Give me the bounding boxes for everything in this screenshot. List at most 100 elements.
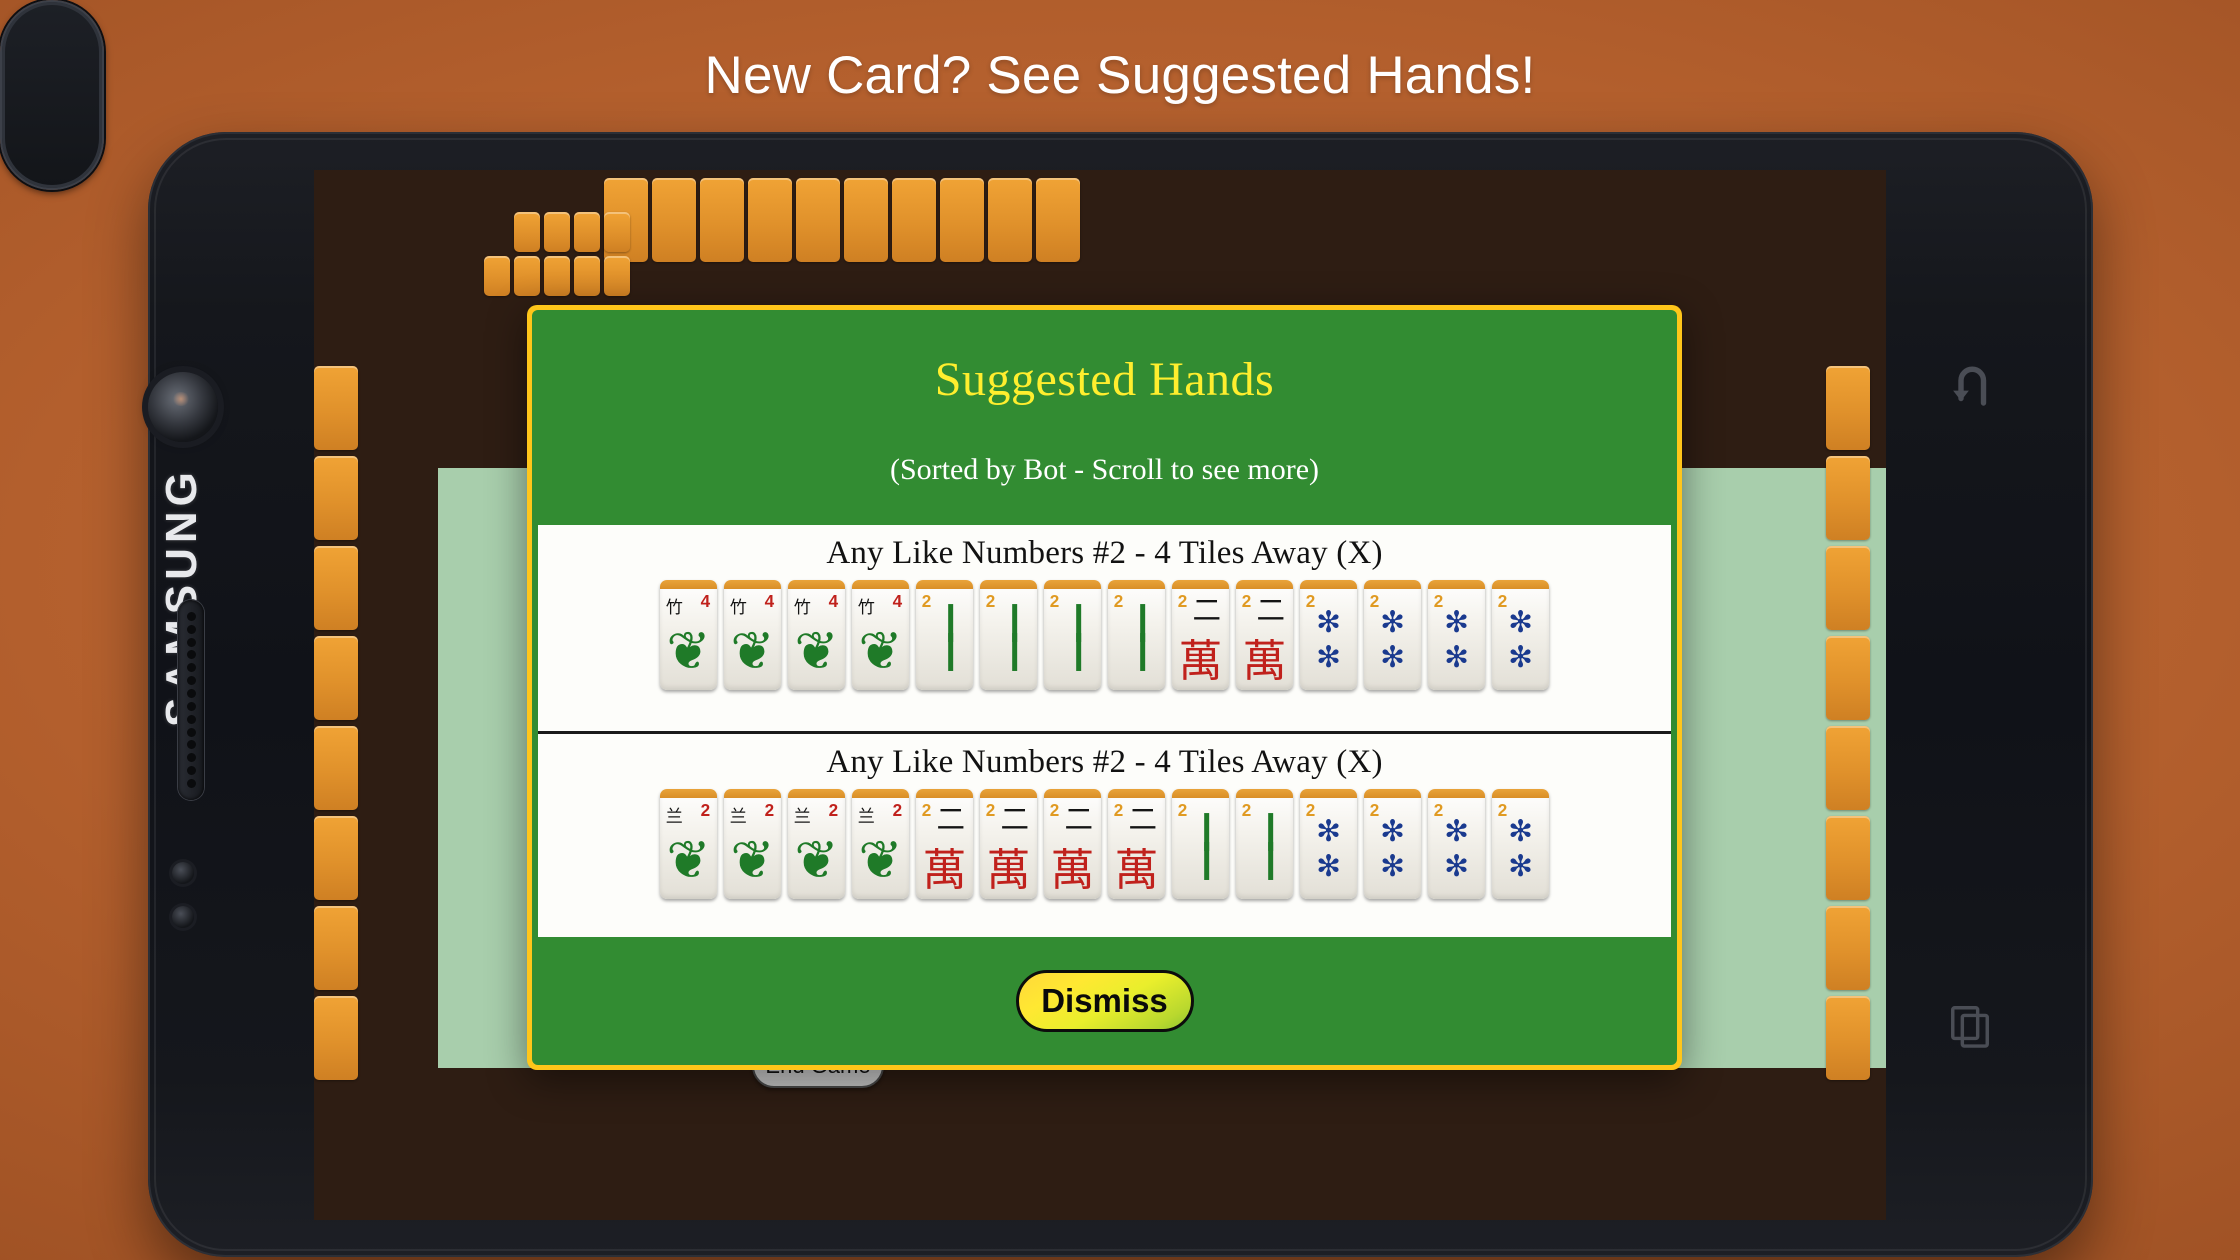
tile-glyph: ✻ ✻ bbox=[1444, 813, 1469, 884]
tile-flower[interactable]: 2 兰 ❦ bbox=[788, 789, 845, 899]
tile-wan-glyph: 萬 bbox=[1050, 845, 1095, 896]
tile-cap bbox=[852, 789, 909, 798]
tile-flower-art: ❦ bbox=[730, 829, 775, 891]
tile-glyph: ┃ ┃ bbox=[941, 603, 961, 672]
tile-glyph: 兰 bbox=[793, 806, 811, 827]
speaker-grille bbox=[178, 600, 204, 800]
tile-cap bbox=[1044, 580, 1101, 589]
tile-cap bbox=[1364, 580, 1421, 589]
tile-flower-art: ❦ bbox=[794, 620, 839, 682]
tile-glyph: 兰 bbox=[857, 806, 875, 827]
sensor-port-upper bbox=[172, 862, 194, 884]
suggested-hand-title: Any Like Numbers #2 - 4 Tiles Away (X) bbox=[826, 744, 1383, 780]
recents-icon[interactable] bbox=[1920, 975, 2020, 1075]
tile-glyph: 二 bbox=[1192, 594, 1222, 628]
tile-dot[interactable]: 2 ✻ ✻ bbox=[1300, 580, 1357, 690]
tile-glyph: 竹 bbox=[665, 597, 683, 618]
tile-glyph: ✻ ✻ bbox=[1444, 604, 1469, 675]
tile-glyph: ✻ ✻ bbox=[1316, 604, 1341, 675]
tile-flower[interactable]: 2 兰 ❦ bbox=[660, 789, 717, 899]
tile-wan-glyph: 萬 bbox=[1178, 636, 1223, 687]
tile-glyph: 二 bbox=[936, 803, 966, 837]
suggested-hand-tiles: 4 竹 ❦ 4 竹 ❦ 4 竹 ❦ 4 竹 ❦ 2 ┃ ┃ 2 ┃ ┃ 2 ┃ ┃ 2 ┃ ┃ 2 二萬 2 二萬 2 ✻ ✻ 2 ✻ ✻ 2 ✻ ✻ 2… bbox=[538, 580, 1671, 690]
tile-glyph: ┃ ┃ bbox=[1005, 603, 1025, 672]
tile-cap bbox=[788, 789, 845, 798]
tile-wan-glyph: 萬 bbox=[986, 845, 1031, 896]
tile-crak[interactable]: 2二萬 bbox=[1172, 580, 1229, 690]
tile-flower[interactable]: 4 竹 ❦ bbox=[724, 580, 781, 690]
suggested-hands-list[interactable]: Any Like Numbers #2 - 4 Tiles Away (X) 4 竹… bbox=[538, 525, 1671, 937]
suggested-hand-row[interactable]: Any Like Numbers #2 - 4 Tiles Away (X) 4 竹… bbox=[538, 525, 1671, 731]
tile-flower-art: ❦ bbox=[666, 620, 711, 682]
tile-glyph: 二 bbox=[1256, 594, 1286, 628]
tile-crak[interactable]: 2二萬 bbox=[1044, 789, 1101, 899]
tile-wan-glyph: 萬 bbox=[1114, 845, 1159, 896]
tile-cap bbox=[1364, 789, 1421, 798]
tile-glyph: ✻ ✻ bbox=[1508, 604, 1533, 675]
promo-headline: New Card? See Suggested Hands! bbox=[704, 45, 1536, 105]
dialog-subtitle: (Sorted by Bot - Scroll to see more) bbox=[889, 453, 1320, 486]
tile-glyph: 兰 bbox=[729, 806, 747, 827]
tile-glyph: 二 bbox=[1128, 803, 1158, 837]
tile-flower[interactable]: 2 兰 ❦ bbox=[852, 789, 909, 899]
tile-dot[interactable]: 2 ✻ ✻ bbox=[1364, 789, 1421, 899]
tile-bam[interactable]: 2 ┃ ┃ bbox=[1172, 789, 1229, 899]
tile-crak[interactable]: 2二萬 bbox=[980, 789, 1037, 899]
tile-cap bbox=[788, 580, 845, 589]
tile-cap bbox=[724, 789, 781, 798]
tile-cap bbox=[916, 580, 973, 589]
tile-dot[interactable]: 2 ✻ ✻ bbox=[1364, 580, 1421, 690]
tile-cap bbox=[1300, 789, 1357, 798]
tile-glyph: 竹 bbox=[793, 597, 811, 618]
suggested-hand-title: Any Like Numbers #2 - 4 Tiles Away (X) bbox=[826, 535, 1383, 571]
tile-glyph: ┃ ┃ bbox=[1197, 812, 1217, 881]
tile-bam[interactable]: 2 ┃ ┃ bbox=[980, 580, 1037, 690]
tile-flower-art: ❦ bbox=[666, 829, 711, 891]
tile-flower[interactable]: 4 竹 ❦ bbox=[788, 580, 845, 690]
tile-flower-art: ❦ bbox=[858, 620, 903, 682]
dialog-footer: Dismiss bbox=[1015, 937, 1194, 1065]
tile-cap bbox=[1108, 580, 1165, 589]
tile-glyph: 兰 bbox=[665, 806, 683, 827]
tile-glyph: ✻ ✻ bbox=[1316, 813, 1341, 884]
tile-cap bbox=[1428, 789, 1485, 798]
dismiss-button[interactable]: Dismiss bbox=[1015, 970, 1194, 1032]
tile-dot[interactable]: 2 ✻ ✻ bbox=[1492, 580, 1549, 690]
tile-crak[interactable]: 2二萬 bbox=[1108, 789, 1165, 899]
tile-glyph: 竹 bbox=[729, 597, 747, 618]
tile-dot[interactable]: 2 ✻ ✻ bbox=[1428, 580, 1485, 690]
tile-cap bbox=[1492, 789, 1549, 798]
tile-flower-art: ❦ bbox=[858, 829, 903, 891]
tile-glyph: ✻ ✻ bbox=[1380, 813, 1405, 884]
tile-crak[interactable]: 2二萬 bbox=[1236, 580, 1293, 690]
tile-flower[interactable]: 4 竹 ❦ bbox=[660, 580, 717, 690]
tile-glyph: ┃ ┃ bbox=[1133, 603, 1153, 672]
tile-wan-glyph: 萬 bbox=[922, 845, 967, 896]
tile-glyph: ✻ ✻ bbox=[1508, 813, 1533, 884]
tile-cap bbox=[1300, 580, 1357, 589]
tile-dot[interactable]: 2 ✻ ✻ bbox=[1300, 789, 1357, 899]
tile-crak[interactable]: 2二萬 bbox=[916, 789, 973, 899]
tile-glyph: 二 bbox=[1064, 803, 1094, 837]
tile-glyph: ┃ ┃ bbox=[1069, 603, 1089, 672]
suggested-hand-row[interactable]: Any Like Numbers #2 - 4 Tiles Away (X) 2 兰… bbox=[538, 731, 1671, 937]
tile-flower[interactable]: 4 竹 ❦ bbox=[852, 580, 909, 690]
tile-flower[interactable]: 2 兰 ❦ bbox=[724, 789, 781, 899]
tile-cap bbox=[1172, 789, 1229, 798]
dialog-body: Suggested Hands (Sorted by Bot - Scroll … bbox=[532, 310, 1677, 1065]
tile-glyph: ┃ ┃ bbox=[1261, 812, 1281, 881]
tile-cap bbox=[724, 580, 781, 589]
suggested-hands-dialog: Suggested Hands (Sorted by Bot - Scroll … bbox=[527, 305, 1682, 1070]
tile-bam[interactable]: 2 ┃ ┃ bbox=[1044, 580, 1101, 690]
tile-glyph: 二 bbox=[1000, 803, 1030, 837]
camera-glint bbox=[172, 392, 190, 406]
tile-bam[interactable]: 2 ┃ ┃ bbox=[1236, 789, 1293, 899]
tile-flower-art: ❦ bbox=[794, 829, 839, 891]
tile-wan-glyph: 萬 bbox=[1242, 636, 1287, 687]
back-icon[interactable] bbox=[1920, 335, 2020, 435]
tile-flower-art: ❦ bbox=[730, 620, 775, 682]
tile-dot[interactable]: 2 ✻ ✻ bbox=[1492, 789, 1549, 899]
tile-dot[interactable]: 2 ✻ ✻ bbox=[1428, 789, 1485, 899]
tile-bam[interactable]: 2 ┃ ┃ bbox=[916, 580, 973, 690]
tile-bam[interactable]: 2 ┃ ┃ bbox=[1108, 580, 1165, 690]
